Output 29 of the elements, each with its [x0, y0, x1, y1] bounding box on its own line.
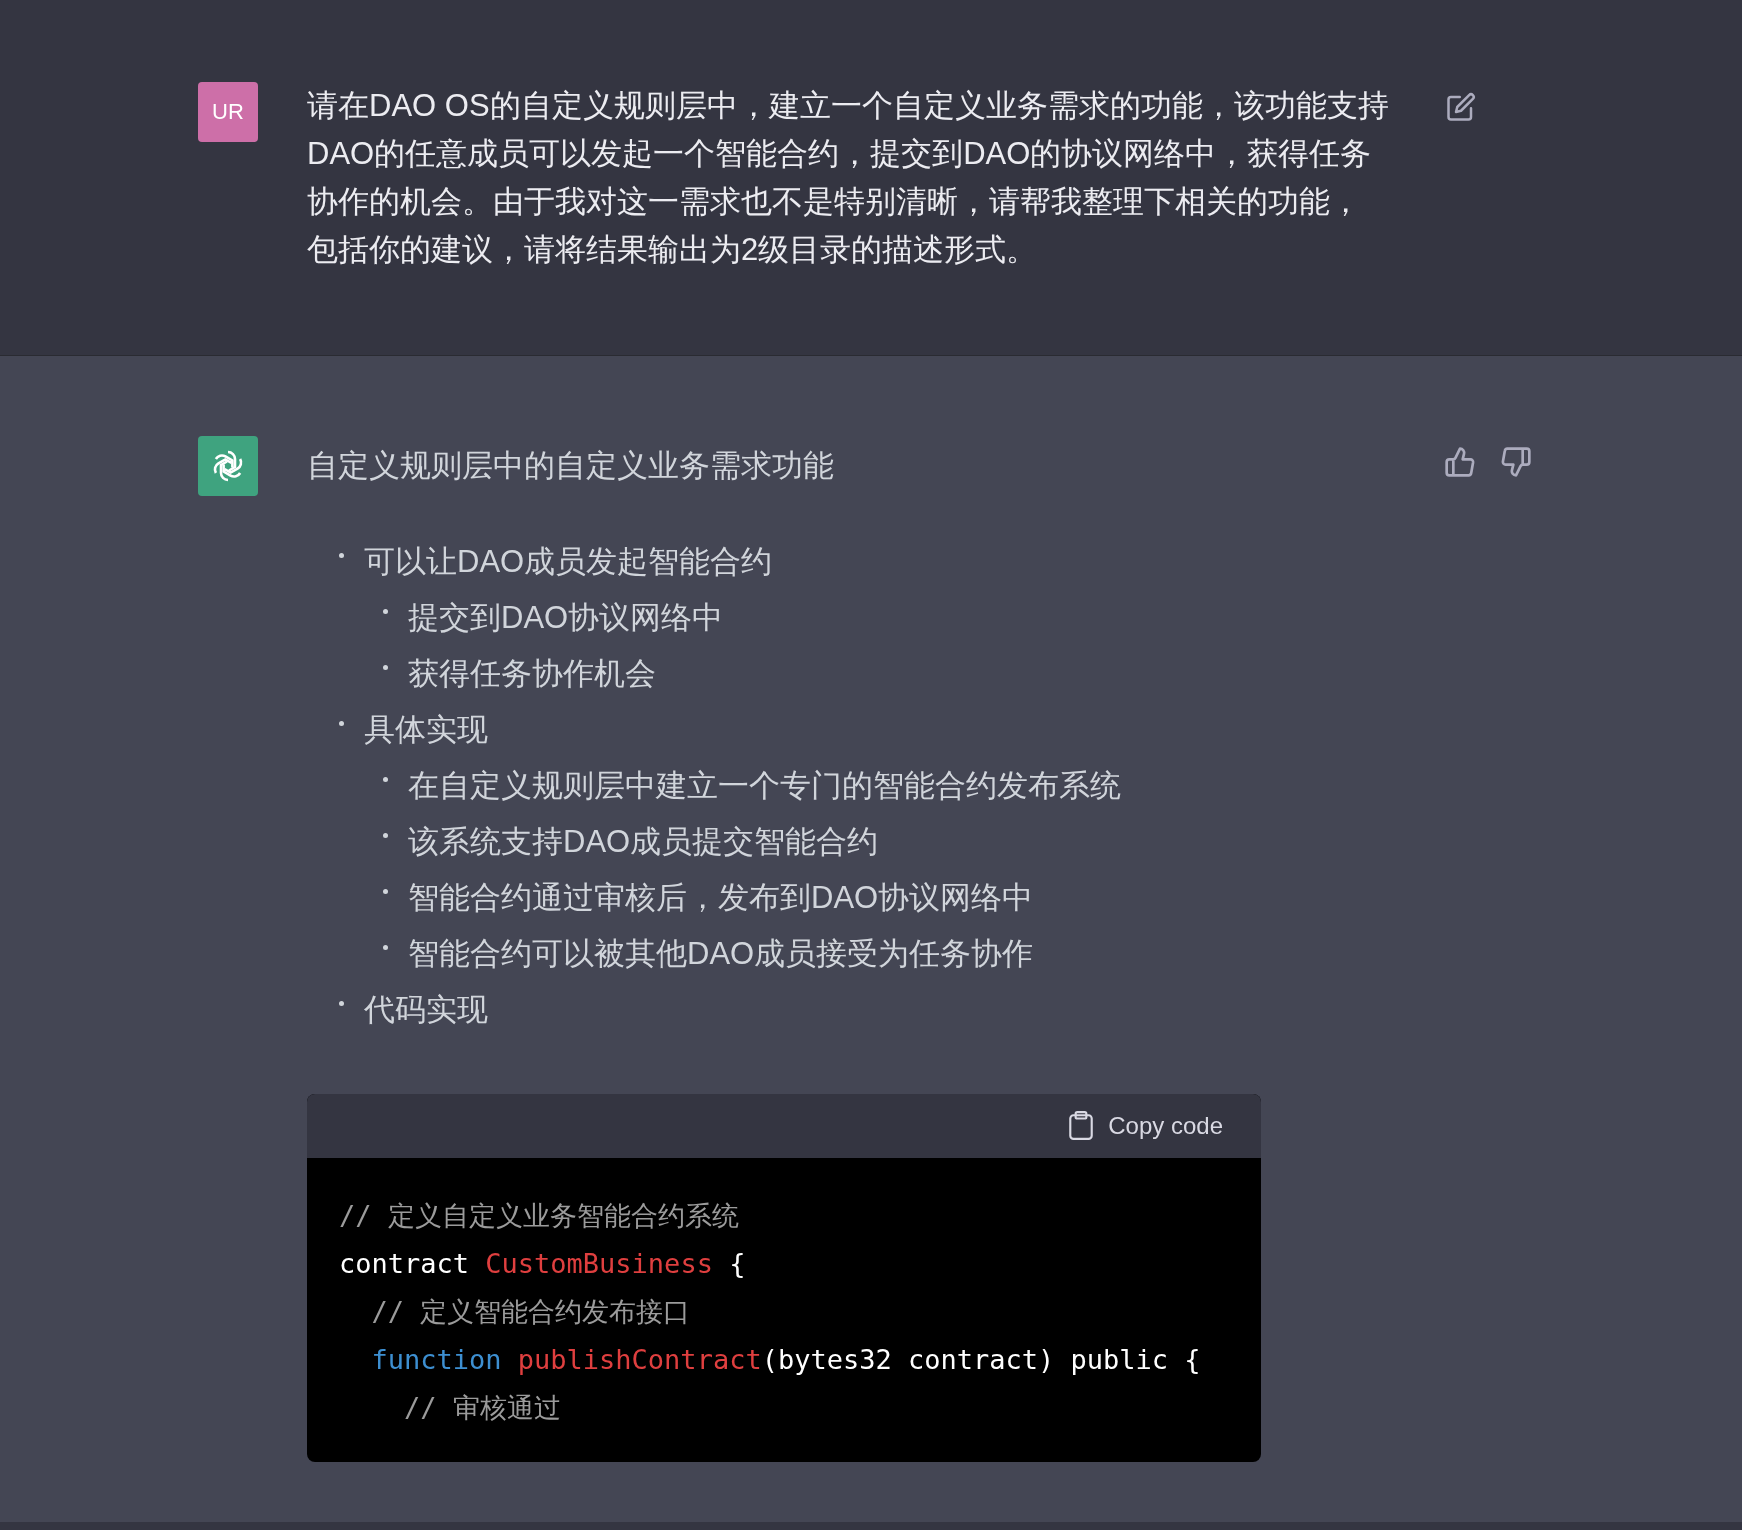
bullet-icon — [383, 888, 388, 894]
response-heading: 自定义规则层中的自定义业务需求功能 — [307, 447, 835, 485]
bullet-icon — [383, 832, 388, 838]
code-line: // 审核通过 — [403, 1391, 562, 1425]
copy-code-button[interactable]: Copy code — [1062, 1110, 1229, 1142]
list-item: 智能合约通过审核后，发布到DAO协议网络中 — [408, 879, 1034, 917]
bullet-icon — [339, 552, 344, 558]
assistant-logo-icon — [198, 436, 258, 496]
bullet-icon — [383, 664, 388, 670]
list-item: 在自定义规则层中建立一个专门的智能合约发布系统 — [408, 767, 1121, 805]
list-item: 智能合约可以被其他DAO成员接受为任务协作 — [408, 935, 1034, 973]
clipboard-icon — [1068, 1111, 1095, 1141]
bullet-icon — [339, 1000, 344, 1006]
code-line: function publishContract(bytes32 contract) public { — [370, 1343, 1202, 1377]
bullet-icon — [383, 776, 388, 782]
bullet-icon — [339, 720, 344, 726]
list-item: 可以让DAO成员发起智能合约 — [364, 543, 773, 581]
code-line: // 定义自定义业务智能合约系统 — [339, 1199, 740, 1233]
bullet-icon — [383, 944, 388, 950]
list-item: 提交到DAO协议网络中 — [408, 599, 724, 637]
user-avatar: UR — [198, 82, 258, 142]
list-item: 获得任务协作机会 — [408, 655, 656, 693]
code-line: contract CustomBusiness { — [339, 1247, 747, 1281]
bullet-icon — [383, 608, 388, 614]
list-item: 代码实现 — [364, 991, 488, 1029]
list-item: 具体实现 — [364, 711, 488, 749]
list-item: 该系统支持DAO成员提交智能合约 — [408, 823, 879, 861]
user-message: 请在DAO OS的自定义规则层中，建立一个自定义业务需求的功能，该功能支持 DAO的任意成员可以发起一个智能合约，提交到DAO的协议网络中，获得任务 协作的机会。由于我对这一需求也不是特别清晰，请帮我整理下相关的功能， 包括你的建议，请将结果输出为2级目录的描述形式。 — [307, 87, 1390, 269]
code-line: // 定义智能合约发布接口 — [370, 1295, 692, 1329]
